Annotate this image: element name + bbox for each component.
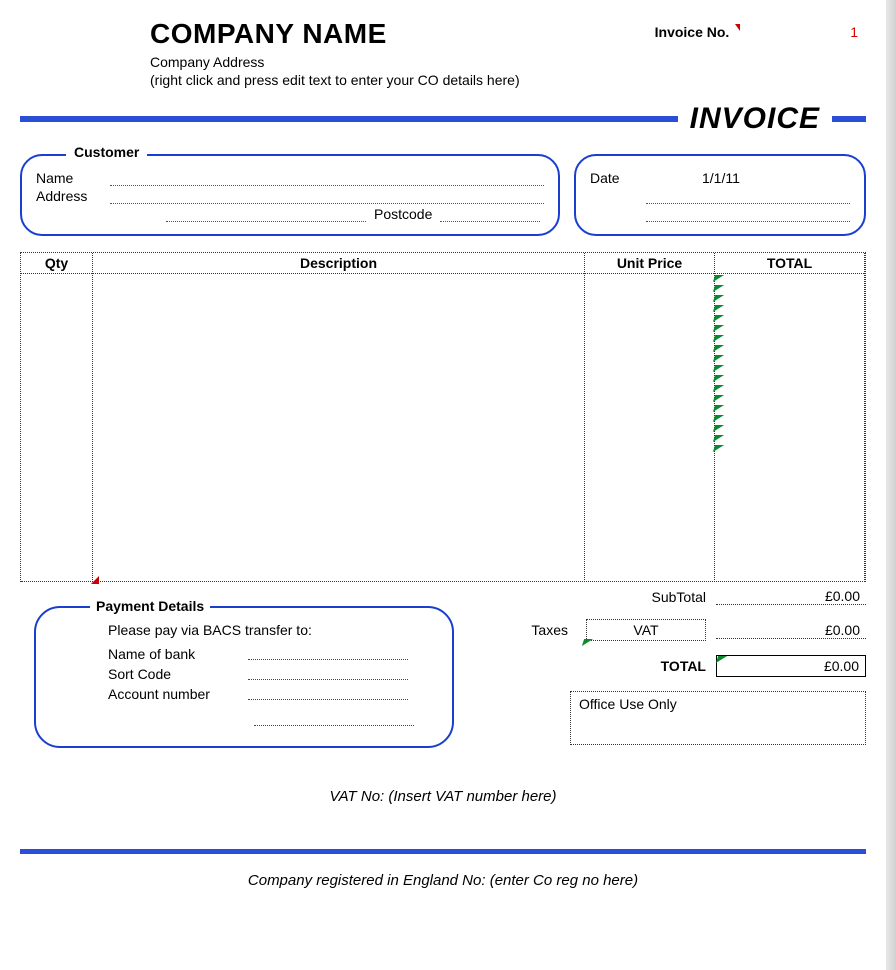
qty-header: Qty: [21, 253, 92, 274]
grand-total-label: TOTAL: [556, 658, 716, 674]
customer-tab: Customer: [66, 144, 147, 160]
subtotal-value: £0.00: [716, 588, 866, 605]
address-label: Address: [36, 188, 110, 204]
formula-markers: [714, 275, 723, 452]
formula-marker-icon: [713, 365, 724, 372]
col-qty: Qty: [21, 253, 93, 582]
formula-marker-icon: [713, 425, 724, 432]
extra-field[interactable]: [254, 712, 414, 726]
invoice-page: COMPANY NAME Company Address (right clic…: [0, 0, 896, 909]
office-label: Office Use Only: [579, 696, 677, 712]
formula-marker-icon: [713, 335, 724, 342]
bank-label: Name of bank: [108, 646, 248, 662]
formula-marker-icon: [713, 435, 724, 442]
header: COMPANY NAME Company Address (right clic…: [20, 18, 866, 88]
office-box[interactable]: Office Use Only: [570, 691, 866, 745]
taxes-label: Taxes: [531, 622, 586, 638]
col-unit-price: Unit Price: [585, 253, 715, 582]
vat-number-line[interactable]: VAT No: (Insert VAT number here): [20, 788, 866, 805]
payment-box: Payment Details Please pay via BACS tran…: [34, 606, 454, 748]
rule-left: [20, 116, 678, 122]
name-field[interactable]: [110, 170, 544, 186]
grand-total-value: £0.00: [716, 655, 866, 677]
rule-right: [832, 116, 866, 122]
formula-marker-icon: [713, 315, 724, 322]
col-description: Description: [93, 253, 585, 582]
invoice-title: INVOICE: [678, 102, 832, 136]
formula-marker-icon: [713, 355, 724, 362]
sort-field[interactable]: [248, 666, 408, 680]
invoice-no-label: Invoice No.: [655, 24, 730, 40]
formula-marker-icon: [713, 415, 724, 422]
customer-box: Customer Name Address Postcode: [20, 154, 560, 236]
company-name[interactable]: COMPANY NAME: [150, 18, 520, 50]
scrollbar[interactable]: [886, 0, 896, 970]
col-total: TOTAL: [715, 253, 865, 582]
name-label: Name: [36, 170, 110, 186]
account-label: Account number: [108, 686, 248, 702]
vat-value: £0.00: [716, 622, 866, 639]
error-marker-icon: [91, 576, 99, 584]
formula-marker-icon: [713, 375, 724, 382]
bank-field[interactable]: [248, 646, 408, 660]
invoice-no-value[interactable]: 1: [850, 24, 858, 40]
registration-line[interactable]: Company registered in England No: (enter…: [20, 872, 866, 889]
items-table: Qty Description Unit Price TOTAL: [20, 252, 866, 582]
date-label: Date: [590, 170, 646, 186]
sort-label: Sort Code: [108, 666, 248, 682]
unit-header: Unit Price: [585, 253, 714, 274]
formula-marker-icon: [713, 385, 724, 392]
formula-marker-icon: [716, 656, 727, 663]
formula-marker-icon: [713, 305, 724, 312]
total-header: TOTAL: [715, 253, 864, 274]
date-line-2[interactable]: [646, 206, 850, 222]
invoice-number-block: Invoice No. 1: [655, 18, 866, 40]
date-value[interactable]: 1/1/11: [702, 170, 782, 186]
below-items: Payment Details Please pay via BACS tran…: [20, 588, 866, 748]
vat-label: VAT: [586, 619, 706, 641]
company-hint: (right click and press edit text to ente…: [150, 72, 520, 88]
bottom-rule: [20, 849, 866, 854]
marker-icon: [735, 24, 740, 31]
formula-marker-icon: [713, 395, 724, 402]
info-boxes: Customer Name Address Postcode Date 1/1/…: [20, 154, 866, 236]
company-block: COMPANY NAME Company Address (right clic…: [20, 18, 520, 88]
totals-block: SubTotal £0.00 Taxes VAT £0.00 TOTAL £0.…: [474, 588, 866, 748]
formula-marker-icon: [713, 325, 724, 332]
date-line-1[interactable]: [646, 188, 850, 204]
title-bar: INVOICE: [20, 102, 866, 136]
payment-instruction: Please pay via BACS transfer to:: [54, 622, 434, 638]
formula-marker-icon: [713, 275, 724, 282]
formula-marker-icon: [713, 285, 724, 292]
subtotal-label: SubTotal: [556, 589, 716, 605]
formula-marker-icon: [713, 405, 724, 412]
payment-title: Payment Details: [90, 598, 210, 614]
formula-marker-icon: [713, 295, 724, 302]
desc-header: Description: [93, 253, 584, 274]
date-box: Date 1/1/11: [574, 154, 866, 236]
account-field[interactable]: [248, 686, 408, 700]
company-address[interactable]: Company Address: [150, 54, 520, 70]
postcode-label: Postcode: [366, 206, 440, 222]
postcode-field[interactable]: [440, 206, 540, 222]
formula-marker-icon: [713, 445, 724, 452]
formula-marker-icon: [713, 345, 724, 352]
address-field[interactable]: [110, 188, 544, 204]
address-field-2[interactable]: [166, 206, 366, 222]
